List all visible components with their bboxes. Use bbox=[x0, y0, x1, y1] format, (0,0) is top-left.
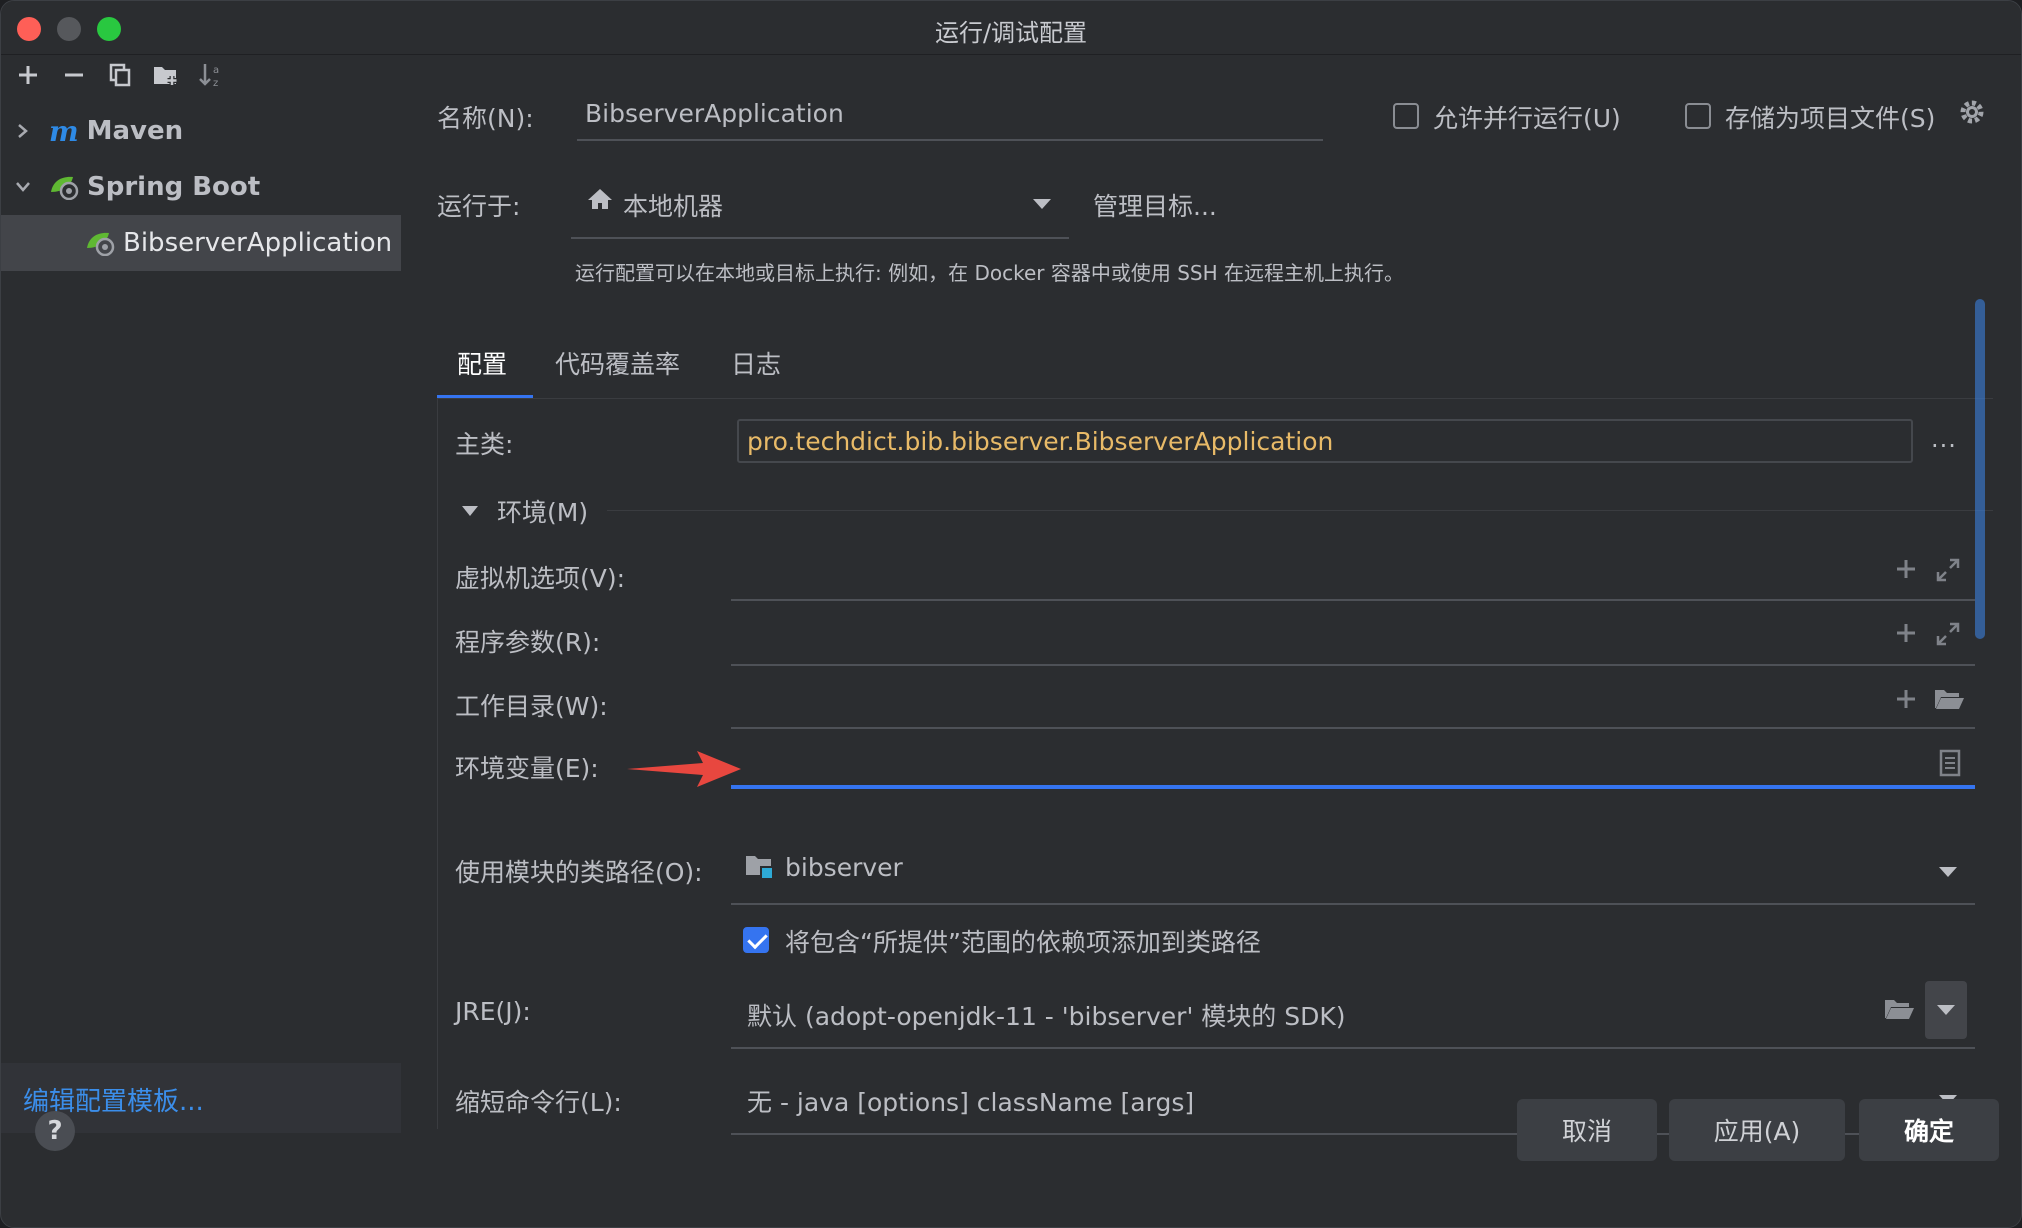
tree-item-label: Maven bbox=[86, 116, 184, 146]
browse-main-class-icon[interactable]: ... bbox=[1931, 425, 1957, 453]
chevron-down-icon[interactable] bbox=[1033, 199, 1051, 209]
store-as-file-label: 存储为项目文件(S) bbox=[1725, 104, 1936, 133]
add-icon[interactable] bbox=[1895, 687, 1917, 717]
manage-targets-link[interactable]: 管理目标... bbox=[1093, 187, 1217, 223]
vm-options-input[interactable] bbox=[731, 599, 1975, 601]
include-provided-label: 将包含“所提供”范围的依赖项添加到类路径 bbox=[785, 928, 1261, 957]
annotation-arrow bbox=[627, 749, 743, 793]
cancel-button[interactable]: 取消 bbox=[1517, 1099, 1657, 1161]
shorten-cmd-label: 缩短命令行(L): bbox=[455, 1088, 622, 1117]
tab-code-coverage[interactable]: 代码覆盖率 bbox=[555, 345, 680, 381]
allow-parallel-checkbox[interactable] bbox=[1393, 103, 1419, 129]
env-vars-label: 环境变量(E): bbox=[455, 754, 599, 783]
tab-logs[interactable]: 日志 bbox=[731, 345, 781, 381]
run-on-hint: 运行配置可以在本地或目标上执行: 例如，在 Docker 容器中或使用 SSH … bbox=[575, 261, 1404, 285]
env-vars-input[interactable] bbox=[731, 785, 1975, 789]
expand-icon[interactable] bbox=[1935, 557, 1961, 590]
tab-configuration[interactable]: 配置 bbox=[457, 345, 507, 381]
jre-underline bbox=[731, 1047, 1975, 1049]
add-icon[interactable] bbox=[1895, 557, 1917, 587]
name-input-underline bbox=[577, 139, 1323, 141]
tree-item-label: BibserverApplication bbox=[123, 228, 393, 258]
chevron-right-icon[interactable] bbox=[13, 121, 33, 141]
chevron-down-icon[interactable] bbox=[1937, 1005, 1955, 1015]
chevron-down-icon[interactable] bbox=[13, 177, 33, 197]
jre-dropdown-button[interactable] bbox=[1925, 981, 1967, 1039]
vm-options-label: 虚拟机选项(V): bbox=[455, 564, 626, 593]
module-classpath-select[interactable]: bibserver bbox=[785, 853, 903, 882]
run-on-label: 运行于: bbox=[437, 192, 521, 221]
run-on-underline bbox=[571, 237, 1069, 239]
module-folder-icon bbox=[745, 853, 775, 888]
document-icon[interactable] bbox=[1939, 749, 1961, 784]
configuration-panel: 名称(N): BibserverApplication 允许并行运行(U) 存储… bbox=[401, 55, 2021, 1135]
tree-item-label: Spring Boot bbox=[87, 172, 261, 202]
program-args-input[interactable] bbox=[731, 664, 1975, 666]
folder-icon[interactable] bbox=[1883, 997, 1915, 1028]
add-icon[interactable] bbox=[1895, 621, 1917, 651]
main-class-value: pro.techdict.bib.bibserver.BibserverAppl… bbox=[747, 427, 1334, 456]
main-class-label: 主类: bbox=[455, 430, 514, 459]
env-section-label: 环境(M) bbox=[497, 498, 589, 527]
chevron-down-icon[interactable] bbox=[1939, 867, 1957, 877]
expand-icon[interactable] bbox=[1935, 621, 1961, 654]
ok-button[interactable]: 确定 bbox=[1859, 1099, 1999, 1161]
apply-button[interactable]: 应用(A) bbox=[1669, 1099, 1845, 1161]
jre-select[interactable]: 默认 (adopt-openjdk-11 - 'bibserver' 模块的 S… bbox=[747, 997, 1346, 1033]
allow-parallel-label: 允许并行运行(U) bbox=[1433, 104, 1621, 133]
title-bar: 运行/调试配置 bbox=[1, 1, 2021, 55]
maven-icon: m bbox=[49, 114, 79, 148]
help-button[interactable]: ? bbox=[35, 1111, 75, 1151]
spring-boot-app-icon bbox=[85, 230, 117, 257]
module-classpath-underline bbox=[731, 903, 1975, 905]
tree-item-spring-boot[interactable]: Spring Boot bbox=[1, 160, 401, 214]
working-dir-label: 工作目录(W): bbox=[455, 692, 608, 721]
main-class-input[interactable]: pro.techdict.bib.bibserver.BibserverAppl… bbox=[737, 419, 1913, 463]
tree-item-bibserverapplication[interactable]: BibserverApplication bbox=[1, 215, 401, 271]
module-classpath-label: 使用模块的类路径(O): bbox=[455, 858, 703, 887]
tree-item-maven[interactable]: m Maven bbox=[1, 104, 401, 158]
spring-boot-icon bbox=[49, 174, 81, 201]
shorten-cmd-select[interactable]: 无 - java [options] className [args] bbox=[747, 1083, 1194, 1119]
scrollbar[interactable] bbox=[1975, 299, 1985, 639]
run-on-select[interactable]: 本地机器 bbox=[623, 187, 723, 223]
include-provided-checkbox[interactable] bbox=[743, 927, 769, 953]
window-title: 运行/调试配置 bbox=[934, 19, 1088, 47]
folder-icon[interactable] bbox=[1933, 687, 1965, 718]
run-debug-configurations-window: 运行/调试配置 az m Maven Spring Boot Bibserver… bbox=[0, 0, 2022, 1228]
name-input[interactable]: BibserverApplication bbox=[585, 99, 844, 128]
gear-icon[interactable] bbox=[1957, 97, 1987, 134]
working-dir-input[interactable] bbox=[731, 727, 1975, 729]
section-divider bbox=[607, 510, 1993, 511]
store-as-file-checkbox[interactable] bbox=[1685, 103, 1711, 129]
tree-item-maven[interactable] bbox=[1, 55, 401, 109]
program-args-label: 程序参数(R): bbox=[455, 628, 601, 657]
name-label: 名称(N): bbox=[437, 104, 534, 133]
home-icon bbox=[587, 187, 613, 218]
jre-label: JRE(J): bbox=[455, 997, 531, 1026]
collapse-triangle-icon[interactable] bbox=[461, 503, 479, 522]
